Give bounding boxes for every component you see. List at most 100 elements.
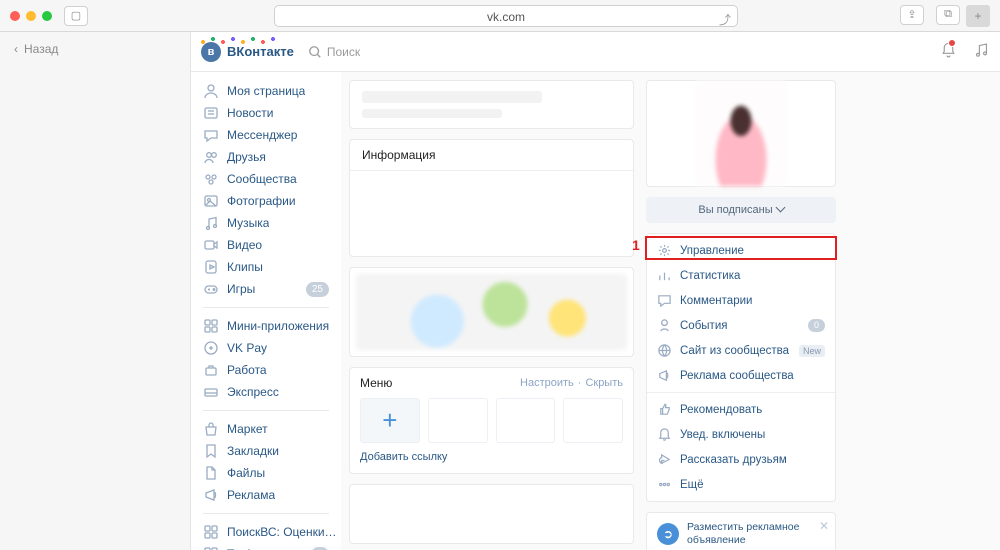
vk-header: в ВКонтакте Поиск (191, 32, 1000, 72)
mgmt-item-share[interactable]: Рассказать друзьям (647, 447, 835, 472)
sidebar-item-poiskvs[interactable]: ПоискВС: Оценки… (203, 521, 341, 543)
sidebar-item-label: Моя страница (227, 84, 305, 98)
mgmt-item-recommend[interactable]: Рекомендовать (647, 397, 835, 422)
sidebar-item-jobs[interactable]: Работа (203, 359, 341, 381)
sidebar-item-my-page[interactable]: Моя страница (203, 80, 341, 102)
close-icon[interactable]: ✕ (819, 519, 829, 533)
sidebar-item-news[interactable]: Новости (203, 102, 341, 124)
sidebar-item-topface[interactable]: Topface4 (203, 543, 341, 550)
menu-tile[interactable] (563, 398, 623, 443)
vk-logo-icon: в (201, 42, 221, 62)
mgmt-label: Ещё (680, 479, 704, 491)
mgmt-item-notif[interactable]: Увед. включены (647, 422, 835, 447)
mgmt-item-comm-ads[interactable]: Реклама сообщества (647, 363, 835, 388)
menu-hide-link[interactable]: Скрыть (585, 377, 623, 389)
messenger-icon (203, 127, 219, 143)
miniapps-icon (203, 318, 219, 334)
menu-configure-link[interactable]: Настроить (520, 377, 574, 389)
reader-icon[interactable]: ⤴ (719, 9, 731, 31)
vk-logo[interactable]: в ВКонтакте (201, 42, 294, 62)
sidebar-toggle-button[interactable]: ▢ (64, 6, 88, 26)
menu-tile[interactable] (496, 398, 556, 443)
comm-ads-icon (657, 368, 672, 383)
window-zoom-icon[interactable] (42, 11, 52, 21)
community-header-card (349, 80, 634, 129)
menu-tile[interactable] (428, 398, 488, 443)
share-button[interactable]: ⇪ (900, 5, 924, 25)
music-player-button[interactable] (973, 42, 990, 62)
search-placeholder: Поиск (327, 45, 360, 59)
chevron-left-icon: ‹ (14, 42, 18, 56)
sidebar-item-games[interactable]: Игры 25 (203, 278, 341, 300)
mgmt-item-events[interactable]: События0 (647, 313, 835, 338)
sidebar-item-market[interactable]: Маркет (203, 418, 341, 440)
sidebar-item-label: Видео (227, 238, 262, 252)
sidebar-item-label: Игры (227, 282, 255, 296)
sidebar-item-friends[interactable]: Друзья (203, 146, 341, 168)
sidebar-item-label: VK Pay (227, 341, 267, 355)
poiskvs-icon (203, 524, 219, 540)
url-bar[interactable]: vk.com ⤴ (274, 5, 738, 27)
safari-sidebar: ‹ Назад (0, 32, 190, 550)
share-icon (657, 452, 672, 467)
sidebar-item-communities[interactable]: Сообщества (203, 168, 341, 190)
recommend-icon (657, 402, 672, 417)
sidebar-item-label: Файлы (227, 466, 265, 480)
market-icon (203, 421, 219, 437)
mgmt-item-stats[interactable]: Статистика (647, 263, 835, 288)
tabs-button[interactable]: ⧉ (936, 5, 960, 25)
sidebar-item-ads[interactable]: Реклама (203, 484, 341, 506)
community-subtitle-placeholder (362, 109, 502, 118)
mgmt-label: Статистика (680, 270, 740, 282)
communities-icon (203, 171, 219, 187)
window-minimize-icon[interactable] (26, 11, 36, 21)
mgmt-item-site[interactable]: Сайт из сообществаNew (647, 338, 835, 363)
url-text: vk.com (487, 10, 525, 24)
sidebar-item-bookmarks[interactable]: Закладки (203, 440, 341, 462)
sidebar-item-label: Мини-приложения (227, 319, 329, 333)
menu-title: Меню (360, 376, 392, 390)
plus-icon: + (382, 405, 397, 436)
blurred-cover-image (356, 274, 627, 350)
notifications-button[interactable] (940, 42, 957, 62)
sidebar-item-label: Маркет (227, 422, 268, 436)
search-icon (308, 45, 322, 59)
sidebar-item-music[interactable]: Музыка (203, 212, 341, 234)
sidebar-item-clips[interactable]: Клипы (203, 256, 341, 278)
sidebar-item-label: Клипы (227, 260, 263, 274)
mgmt-item-more[interactable]: Ещё (647, 472, 835, 497)
sidebar-item-files[interactable]: Файлы (203, 462, 341, 484)
sidebar-item-vkpay[interactable]: VK Pay (203, 337, 341, 359)
mgmt-label: Реклама сообщества (680, 370, 794, 382)
sidebar-item-label: Реклама (227, 488, 275, 502)
subscribed-button[interactable]: Вы подписаны (646, 197, 836, 223)
sidebar-item-video[interactable]: Видео (203, 234, 341, 256)
music-icon (203, 215, 219, 231)
more-icon (657, 477, 672, 492)
highlight-box (645, 236, 837, 260)
events-icon (657, 318, 672, 333)
sidebar-item-photos[interactable]: Фотографии (203, 190, 341, 212)
back-button[interactable]: ‹ Назад (14, 42, 176, 56)
mgmt-label: Комментарии (680, 295, 752, 307)
games-icon (203, 281, 219, 297)
sidebar-item-label: Закладки (227, 444, 279, 458)
add-menu-tile[interactable]: + (360, 398, 420, 443)
mgmt-item-comments[interactable]: Комментарии (647, 288, 835, 313)
ads-icon (203, 487, 219, 503)
search-input[interactable]: Поиск (308, 40, 423, 64)
sidebar-item-express[interactable]: Экспресс (203, 381, 341, 403)
sidebar-badge: 25 (306, 282, 329, 297)
news-icon (203, 105, 219, 121)
sidebar-item-miniapps[interactable]: Мини-приложения (203, 315, 341, 337)
notif-icon (657, 427, 672, 442)
notification-badge (948, 39, 956, 47)
community-avatar-card (646, 80, 836, 187)
new-tab-button[interactable]: + (966, 5, 990, 27)
window-close-icon[interactable] (10, 11, 20, 21)
photos-icon (203, 193, 219, 209)
sidebar-item-messenger[interactable]: Мессенджер (203, 124, 341, 146)
comments-icon (657, 293, 672, 308)
add-link-button[interactable]: Добавить ссылку (360, 451, 623, 463)
promo-card[interactable]: ➲ Разместить рекламное объявление ✕ (646, 512, 836, 550)
